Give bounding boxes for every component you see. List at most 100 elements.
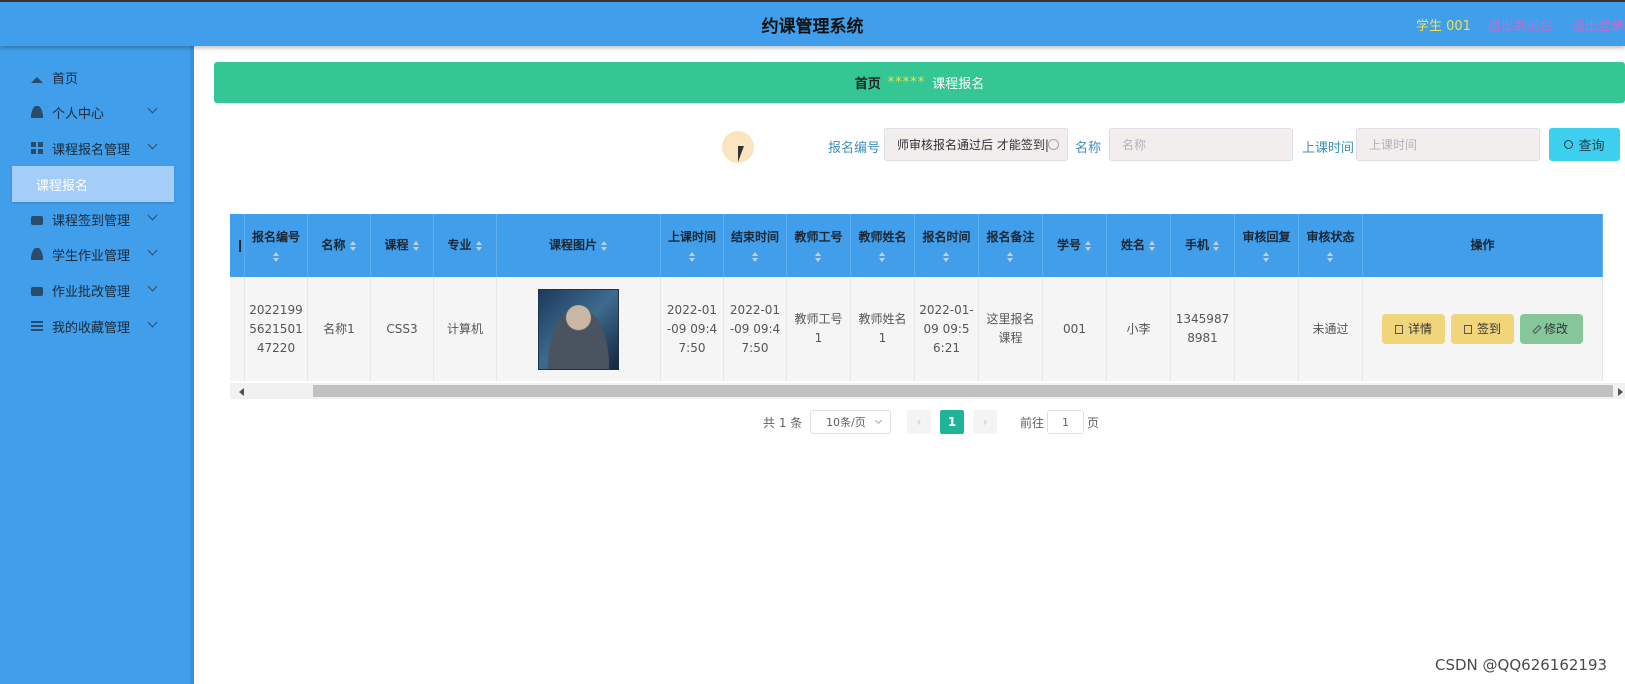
column-header-review-reply[interactable]: 审核回复 — [1235, 214, 1299, 277]
sort-icon[interactable] — [815, 252, 822, 262]
enrollment-no-input[interactable]: 师审核报名通过后 才能签到| — [884, 128, 1068, 161]
column-header-enrollment-time[interactable]: 报名时间 — [915, 214, 979, 277]
column-header-label: 报名编号 — [251, 230, 300, 244]
enrollment-no-label: 报名编号 — [828, 141, 881, 156]
sidebar-item-label: 作业批改管理 — [52, 284, 131, 300]
briefcase-icon — [31, 216, 43, 225]
sort-icon[interactable] — [601, 240, 608, 251]
cell-review-reply — [1235, 277, 1299, 381]
sort-icon[interactable] — [1085, 240, 1092, 251]
column-header-label: 课程 — [384, 238, 409, 252]
scrollbar-thumb[interactable] — [313, 385, 1613, 397]
sidebar-item-label: 我的收藏管理 — [52, 320, 131, 336]
search-button-label: 查询 — [1578, 139, 1605, 154]
current-user: 学生 001 — [1416, 19, 1471, 34]
prev-page-button[interactable]: ‹ — [907, 410, 931, 434]
cell-name: 名称1 — [308, 277, 371, 381]
column-header-label: 教师工号 — [794, 230, 843, 244]
page-1-button[interactable]: 1 — [940, 410, 964, 434]
sort-icon[interactable] — [688, 252, 696, 262]
table-row: 20221995621501 47220 名称1 CSS3 计算机 2022-01-09… — [230, 277, 1603, 381]
button-label: 详情 — [1407, 321, 1432, 336]
sidebar-item-enrollment[interactable]: 课程报名 — [12, 166, 174, 202]
breadcrumb-home[interactable]: 首页 — [855, 73, 881, 92]
cell-actions: 详情 签到 修改 — [1363, 277, 1603, 381]
cell-enrollment-time: 2022-01-09 09:56:21 — [915, 277, 979, 381]
sidebar-item-label: 个人中心 — [52, 106, 105, 122]
cell-text: 名称1 — [323, 321, 355, 336]
enrollment-table: 报名编号 名称 课程 专业 课程图片 上课时间 结束时间 教师工号 教师姓名 报名时间 报名备注 学号… — [230, 214, 1625, 400]
scroll-right-icon[interactable] — [1618, 388, 1623, 396]
goto-label: 前往 — [1020, 415, 1045, 430]
cell-course-image — [497, 277, 661, 381]
sidebar-item-personal-center[interactable]: 个人中心 — [0, 97, 190, 127]
cell-select — [230, 277, 245, 381]
name-input[interactable]: 名称 — [1109, 128, 1293, 161]
column-header-end-time[interactable]: 结束时间 — [724, 214, 787, 277]
sidebar-item-grading-management[interactable]: 作业批改管理 — [0, 275, 190, 305]
document-icon — [1463, 324, 1472, 334]
chevron-down-icon — [147, 317, 158, 328]
sort-icon[interactable] — [412, 240, 420, 251]
course-image[interactable] — [538, 288, 619, 370]
detail-button[interactable]: 详情 — [1382, 314, 1445, 344]
class-time-input[interactable]: 上课时间 — [1356, 128, 1540, 161]
home-icon — [31, 71, 43, 83]
sort-icon[interactable] — [1149, 240, 1156, 251]
breadcrumb-separator: ***** — [887, 75, 926, 90]
sort-icon[interactable] — [943, 252, 950, 262]
column-header-enrollment-no[interactable]: 报名编号 — [245, 214, 308, 277]
horizontal-scrollbar[interactable] — [230, 383, 1625, 399]
column-header-teacher-name[interactable]: 教师姓名 — [851, 214, 915, 277]
cell-teacher-name: 教师姓名1 — [851, 277, 915, 381]
sort-icon[interactable] — [349, 240, 357, 251]
next-page-button[interactable]: › — [973, 410, 997, 434]
sidebar-item-favorites-management[interactable]: 我的收藏管理 — [0, 311, 190, 341]
clear-icon[interactable] — [1048, 139, 1059, 150]
sort-icon[interactable] — [1213, 240, 1220, 251]
sidebar-item-signin-management[interactable]: 课程签到管理 — [0, 204, 190, 234]
logout-link[interactable]: 退出登录 — [1572, 15, 1624, 34]
column-header-phone[interactable]: 手机 — [1171, 214, 1235, 277]
search-button[interactable]: 查询 — [1549, 128, 1620, 161]
name-label: 名称 — [1075, 141, 1102, 156]
column-header-label: 手机 — [1184, 238, 1209, 252]
breadcrumb: 首页 ***** 课程报名 — [214, 62, 1625, 103]
cell-text: 001 — [1063, 321, 1086, 336]
sort-icon[interactable] — [751, 252, 759, 262]
column-header-course[interactable]: 课程 — [371, 214, 434, 277]
column-header-major[interactable]: 专业 — [434, 214, 497, 277]
sort-icon[interactable] — [475, 240, 483, 251]
column-header-course-image[interactable]: 课程图片 — [497, 214, 661, 277]
app-title: 约课管理系统 — [761, 17, 864, 37]
sidebar-item-homework-management[interactable]: 学生作业管理 — [0, 239, 190, 269]
edit-button[interactable]: 修改 — [1520, 314, 1583, 344]
sort-icon[interactable] — [879, 252, 886, 262]
cell-text: 教师工号1 — [794, 312, 843, 345]
sort-icon[interactable] — [1327, 252, 1334, 262]
cell-text: 这里报名课程 — [986, 312, 1035, 345]
chevron-down-icon — [147, 103, 158, 114]
scroll-left-icon[interactable] — [239, 388, 244, 396]
column-header-remark[interactable]: 报名备注 — [979, 214, 1043, 277]
column-header-review-status[interactable]: 审核状态 — [1299, 214, 1363, 277]
signin-button[interactable]: 签到 — [1451, 314, 1514, 344]
column-header-student-name[interactable]: 姓名 — [1107, 214, 1171, 277]
front-link[interactable]: 退出到前台 — [1488, 15, 1553, 34]
sort-icon[interactable] — [272, 252, 280, 262]
column-header-name[interactable]: 名称 — [308, 214, 371, 277]
goto-page-input[interactable]: 1 — [1047, 410, 1084, 434]
column-header-class-time[interactable]: 上课时间 — [661, 214, 724, 277]
cell-text: 2022-01-09 09:56:21 — [919, 302, 974, 355]
sidebar-item-enrollment-management[interactable]: 课程报名管理 — [0, 133, 190, 163]
sidebar-item-home[interactable]: 首页 — [0, 62, 190, 92]
cell-text: 未通过 — [1312, 321, 1349, 336]
sort-icon[interactable] — [1007, 252, 1014, 262]
page-size-select[interactable]: 10条/页 — [810, 410, 891, 434]
chevron-down-icon — [147, 281, 158, 292]
column-header-teacher-id[interactable]: 教师工号 — [787, 214, 851, 277]
cell-text: 计算机 — [446, 321, 483, 336]
user-icon — [31, 106, 43, 118]
column-header-student-id[interactable]: 学号 — [1043, 214, 1107, 277]
sort-icon[interactable] — [1263, 252, 1270, 262]
